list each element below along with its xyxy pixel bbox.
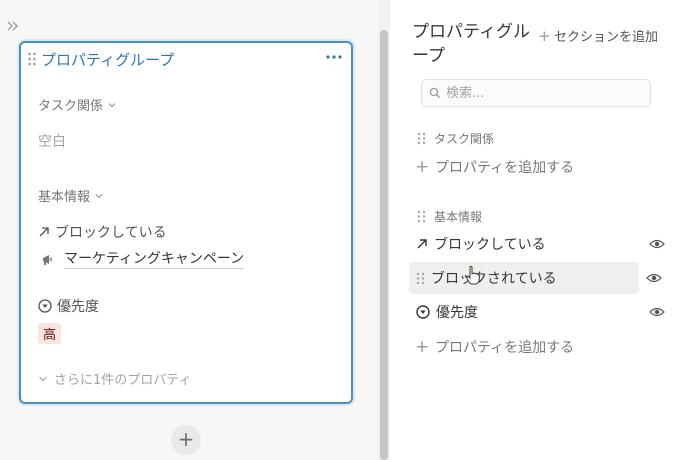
property-group-card[interactable]: プロパティグループ タスク関係 空白 基本情報 ブロックしている マーケティング… xyxy=(19,41,353,404)
card-header: プロパティグループ xyxy=(21,43,351,75)
section-task-label: タスク関係 xyxy=(38,99,104,114)
arrow-up-right-icon xyxy=(39,227,49,237)
relation-item[interactable]: マーケティングキャンペーン xyxy=(41,250,245,269)
plus-icon: + xyxy=(415,337,430,357)
add-group-button[interactable]: + xyxy=(171,425,201,455)
blocking-label-text: ブロックしている xyxy=(55,225,167,241)
group-header-task[interactable]: タスク関係 xyxy=(417,130,494,147)
megaphone-icon xyxy=(43,254,52,265)
section-basic-info[interactable]: 基本情報 xyxy=(38,186,104,205)
more-properties-text: さらに1件のプロパティ xyxy=(54,373,192,388)
empty-value: 空白 xyxy=(38,134,66,150)
eye-icon[interactable] xyxy=(649,238,665,250)
scrollbar-thumb[interactable] xyxy=(380,30,388,460)
arrow-up-right-icon xyxy=(417,239,427,249)
relation-item-text[interactable]: マーケティングキャンペーン xyxy=(64,250,245,269)
section-task-relations[interactable]: タスク関係 xyxy=(38,95,117,114)
property-blocked-by-label: ブロックされている xyxy=(431,271,557,287)
plus-icon: + xyxy=(415,157,430,177)
status-icon xyxy=(416,305,430,319)
add-property-label-1: プロパティを追加する xyxy=(435,160,575,176)
property-row-priority[interactable]: 優先度 xyxy=(409,296,665,328)
chevron-down-icon xyxy=(95,193,103,198)
more-properties-toggle[interactable]: さらに1件のプロパティ xyxy=(38,369,192,388)
add-section-label: セクションを追加 xyxy=(553,30,658,45)
chevron-down-icon xyxy=(39,376,47,381)
group-task-label: タスク関係 xyxy=(434,132,495,146)
priority-property-label: 優先度 xyxy=(38,296,99,316)
add-property-label-2: プロパティを追加する xyxy=(435,340,575,356)
group-header-basic[interactable]: 基本情報 xyxy=(417,208,482,225)
priority-tag[interactable]: 高 xyxy=(38,323,62,344)
drag-handle-icon[interactable] xyxy=(417,132,426,145)
plus-icon: + xyxy=(537,26,551,45)
property-blocking-label: ブロックしている xyxy=(434,237,546,253)
search-icon xyxy=(429,87,440,98)
add-property-button-2[interactable]: + プロパティを追加する xyxy=(415,337,574,357)
property-priority-label: 優先度 xyxy=(436,305,478,321)
drag-handle-icon[interactable] xyxy=(417,210,426,223)
board-canvas: プロパティグループ タスク関係 空白 基本情報 ブロックしている マーケティング… xyxy=(0,0,378,460)
group-basic-label: 基本情報 xyxy=(434,210,483,224)
property-row-blocked-by[interactable]: ブロックされている xyxy=(409,262,639,294)
add-section-button[interactable]: + セクションを追加 xyxy=(537,26,658,46)
blocking-property-label: ブロックしている xyxy=(38,222,167,242)
panel-title: プロパティグループ xyxy=(412,22,530,66)
eye-icon[interactable] xyxy=(649,306,665,318)
property-row-blocking[interactable]: ブロックしている xyxy=(409,228,665,260)
drag-handle-icon[interactable] xyxy=(416,272,425,285)
chevron-down-icon xyxy=(108,102,116,107)
more-options-icon[interactable] xyxy=(325,50,343,64)
add-property-button-1[interactable]: + プロパティを追加する xyxy=(415,157,574,177)
hand-cursor-icon xyxy=(466,265,480,285)
expand-sidebar-icon[interactable] xyxy=(7,20,21,34)
section-basic-label: 基本情報 xyxy=(38,190,91,205)
drag-handle-icon[interactable] xyxy=(27,52,37,66)
status-icon xyxy=(38,299,52,313)
priority-label-text: 優先度 xyxy=(57,299,99,315)
property-group-panel: プロパティグループ + セクションを追加 タスク関係 + プロパティを追加する … xyxy=(390,0,674,460)
card-title[interactable]: プロパティグループ xyxy=(41,49,174,70)
eye-icon[interactable] xyxy=(646,272,662,284)
search-input[interactable] xyxy=(446,85,636,101)
search-box[interactable] xyxy=(421,79,651,107)
